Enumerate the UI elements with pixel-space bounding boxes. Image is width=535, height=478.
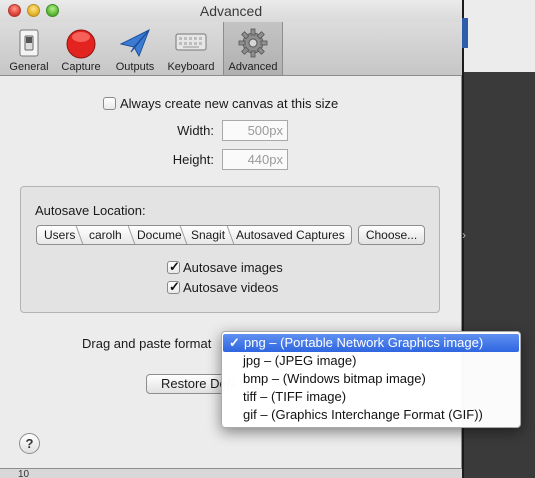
path-segment-autosaved-captures[interactable]: Autosaved Captures: [236, 228, 345, 242]
autosave-videos-row[interactable]: Autosave videos: [167, 279, 279, 295]
menu-item-jpg[interactable]: jpg – (JPEG image): [222, 352, 520, 370]
tab-general-label: General: [9, 61, 49, 73]
width-field[interactable]: [222, 120, 288, 141]
height-field[interactable]: [222, 149, 288, 170]
tab-outputs-label: Outputs: [115, 61, 155, 73]
autosave-path-control[interactable]: Users carolh Docume Snagit Autosaved Cap…: [36, 225, 352, 245]
tab-advanced-label: Advanced: [228, 61, 278, 73]
always-create-canvas-row[interactable]: Always create new canvas at this size: [103, 96, 338, 111]
record-icon: [65, 28, 97, 63]
autosave-images-row[interactable]: Autosave images: [167, 259, 283, 275]
help-button[interactable]: ?: [19, 433, 40, 454]
autosave-videos-label: Autosave videos: [183, 280, 279, 295]
gear-icon: [238, 28, 268, 61]
path-segment-documents[interactable]: Docume: [137, 228, 182, 242]
tab-keyboard-label: Keyboard: [167, 61, 215, 73]
autosave-group: Autosave Location: Users carolh Docume S…: [20, 186, 440, 313]
tab-advanced[interactable]: Advanced: [223, 22, 283, 75]
drag-paste-format-menu[interactable]: ✓ png – (Portable Network Graphics image)…: [221, 331, 521, 428]
ruler-number: 10: [18, 469, 30, 478]
autosave-videos-checkbox[interactable]: [167, 279, 180, 295]
menu-item-label: png – (Portable Network Graphics image): [244, 335, 484, 350]
window-title: Advanced: [199, 3, 263, 19]
menu-item-png[interactable]: ✓ png – (Portable Network Graphics image): [223, 334, 519, 352]
keyboard-icon: [174, 28, 208, 57]
menu-item-label: jpg – (JPEG image): [243, 353, 357, 368]
paper-plane-icon: [119, 28, 151, 61]
background-app-tab: [462, 18, 468, 48]
menu-item-gif[interactable]: gif – (Graphics Interchange Format (GIF)…: [222, 406, 520, 424]
menu-item-bmp[interactable]: bmp – (Windows bitmap image): [222, 370, 520, 388]
switch-icon: [15, 28, 43, 61]
choose-location-button[interactable]: Choose...: [358, 225, 425, 245]
tab-outputs[interactable]: Outputs: [110, 24, 160, 75]
background-app-toolbar: [462, 0, 535, 72]
menu-item-label: bmp – (Windows bitmap image): [243, 371, 426, 386]
tab-general[interactable]: General: [6, 24, 52, 75]
width-label: Width:: [177, 123, 214, 138]
preferences-toolbar: General Capture Outputs Keyboard Advance…: [0, 22, 462, 76]
tab-capture-label: Capture: [61, 61, 101, 73]
menu-item-tiff[interactable]: tiff – (TIFF image): [222, 388, 520, 406]
path-segment-users[interactable]: Users: [44, 228, 75, 242]
path-separator: [122, 226, 136, 244]
autosave-location-label: Autosave Location:: [35, 203, 146, 218]
background-ruler: 10: [0, 468, 462, 478]
background-marker: ›: [462, 228, 466, 242]
menu-item-label: gif – (Graphics Interchange Format (GIF)…: [243, 407, 483, 422]
path-segment-carolh[interactable]: carolh: [89, 228, 122, 242]
path-segment-snagit[interactable]: Snagit: [191, 228, 225, 242]
title-bar[interactable]: Advanced: [0, 0, 462, 22]
tab-capture[interactable]: Capture: [56, 24, 106, 75]
menu-item-label: tiff – (TIFF image): [243, 389, 347, 404]
drag-paste-format-label: Drag and paste format: [82, 336, 212, 351]
always-create-canvas-label: Always create new canvas at this size: [120, 96, 339, 111]
always-create-canvas-checkbox[interactable]: [103, 97, 116, 110]
height-label: Height:: [172, 152, 214, 167]
tab-keyboard[interactable]: Keyboard: [164, 24, 218, 75]
autosave-images-checkbox[interactable]: [167, 259, 180, 275]
checkmark-icon: ✓: [229, 335, 240, 350]
autosave-images-label: Autosave images: [183, 260, 283, 275]
